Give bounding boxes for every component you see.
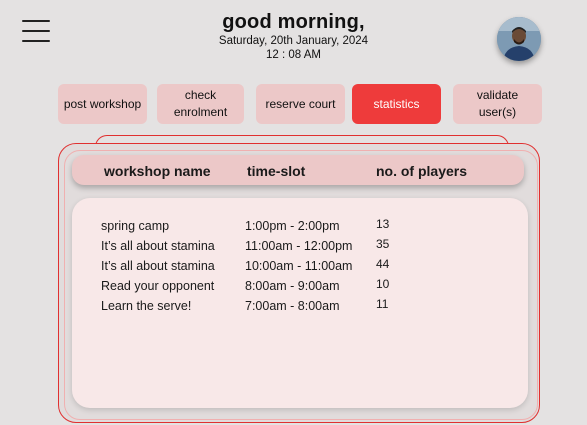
workshop-name-cell: It’s all about stamina <box>101 259 215 273</box>
column-header-players: no. of players <box>376 163 468 179</box>
nav-post-workshop-button[interactable]: post workshop <box>58 84 147 124</box>
column-header-workshop-name: workshop name <box>104 163 211 179</box>
players-cell: 11 <box>376 297 389 311</box>
table-row[interactable]: It’s all about stamina 10:00am - 11:00am… <box>72 257 528 279</box>
players-cell: 44 <box>376 257 390 271</box>
players-cell: 13 <box>376 217 390 231</box>
table-row[interactable]: Learn the serve! 7:00am - 8:00am 11 <box>72 297 528 319</box>
nav-reserve-court-button[interactable]: reserve court <box>256 84 345 124</box>
time-slot-cell: 8:00am - 9:00am <box>245 279 340 293</box>
players-cell: 10 <box>376 277 390 291</box>
time-slot-cell: 7:00am - 8:00am <box>245 299 340 313</box>
nav-statistics-button[interactable]: statistics <box>352 84 441 124</box>
workshop-name-cell: It’s all about stamina <box>101 239 215 253</box>
current-time: 12 : 08 AM <box>266 49 321 61</box>
table-row[interactable]: It’s all about stamina 11:00am - 12:00pm… <box>72 237 528 259</box>
table-header: workshop name time-slot no. of players <box>72 155 524 185</box>
table-body: spring camp 1:00pm - 2:00pm 13 It’s all … <box>72 198 528 408</box>
avatar-photo <box>497 17 541 61</box>
players-cell: 35 <box>376 237 390 251</box>
table-row[interactable]: Read your opponent 8:00am - 9:00am 10 <box>72 277 528 299</box>
nav-check-enrolment-button[interactable]: check enrolment <box>157 84 244 124</box>
avatar[interactable] <box>497 17 541 61</box>
column-header-time-slot: time-slot <box>247 163 306 179</box>
time-slot-cell: 11:00am - 12:00pm <box>245 239 353 253</box>
time-slot-cell: 1:00pm - 2:00pm <box>245 219 340 233</box>
workshop-name-cell: Learn the serve! <box>101 299 192 313</box>
time-slot-cell: 10:00am - 11:00am <box>245 259 353 273</box>
nav-validate-users-button[interactable]: validate user(s) <box>453 84 542 124</box>
table-row[interactable]: spring camp 1:00pm - 2:00pm 13 <box>72 217 528 239</box>
workshop-name-cell: spring camp <box>101 219 170 233</box>
nav-bar: post workshop check enrolment reserve co… <box>0 84 587 126</box>
workshop-name-cell: Read your opponent <box>101 279 215 293</box>
